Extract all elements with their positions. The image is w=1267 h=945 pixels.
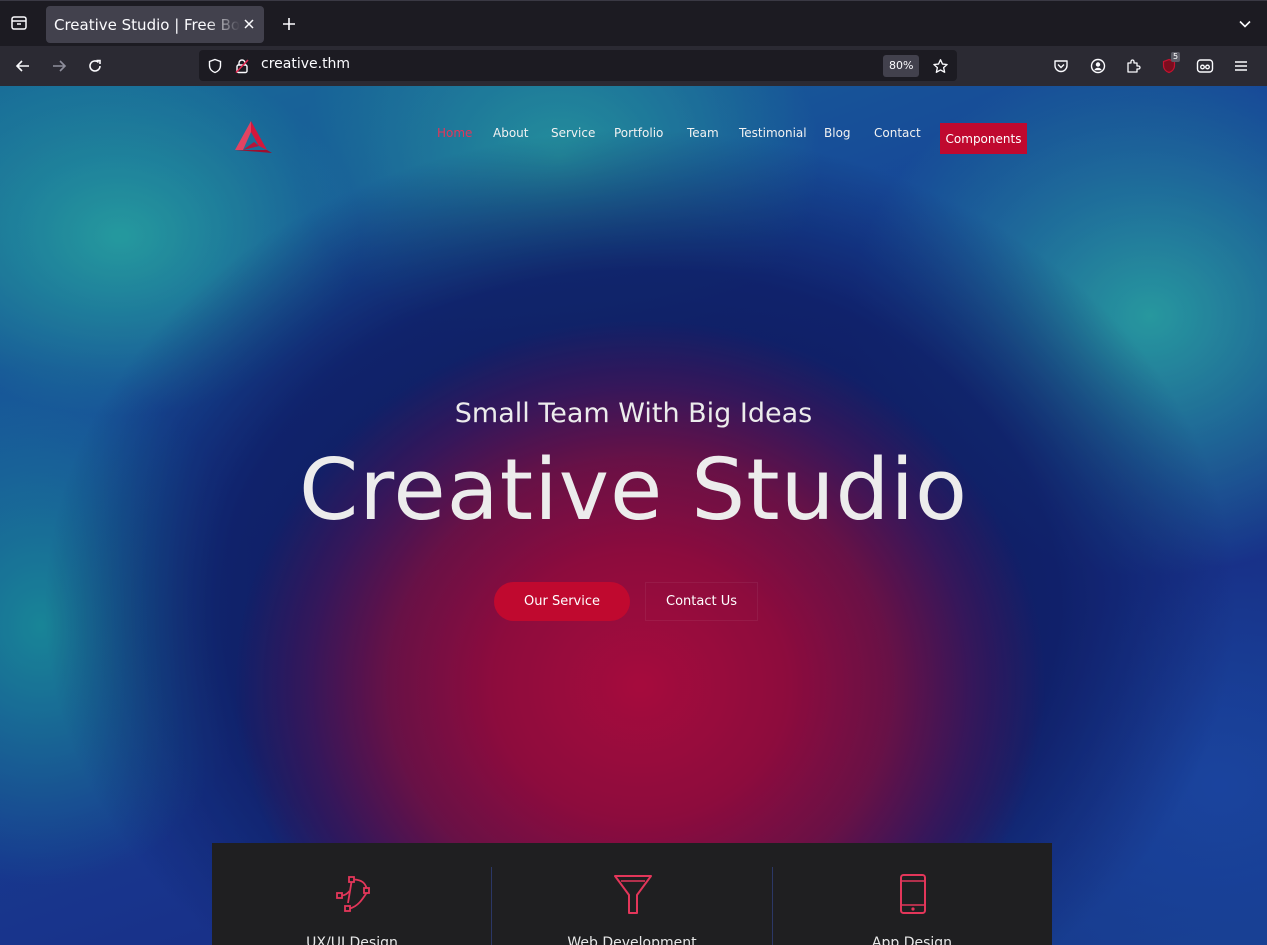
bookmark-star-icon[interactable] (929, 55, 951, 77)
close-tab-icon[interactable] (240, 15, 258, 33)
nav-link-blog[interactable]: Blog (824, 126, 851, 140)
feature-label: UX/UI Design (306, 935, 398, 945)
nav-link-about[interactable]: About (493, 126, 528, 140)
extensions-icon[interactable] (1121, 54, 1145, 78)
chevron-down-icon[interactable] (1234, 13, 1256, 35)
nav-link-service[interactable]: Service (551, 126, 595, 140)
reload-icon[interactable] (82, 54, 108, 78)
extension-badge: 5 (1171, 52, 1181, 62)
our-service-button[interactable]: Our Service (494, 582, 630, 621)
vector-pen-icon (336, 876, 370, 912)
hamburger-menu-icon[interactable] (1229, 54, 1253, 78)
nav-link-home[interactable]: Home (437, 126, 472, 140)
feature-card[interactable]: App Design (772, 843, 1052, 945)
new-tab-icon[interactable] (278, 13, 300, 35)
forward-icon[interactable] (46, 54, 72, 78)
tablet-icon (900, 874, 926, 914)
nav-link-testimonial[interactable]: Testimonial (739, 126, 807, 140)
nav-link-portfolio[interactable]: Portfolio (614, 126, 663, 140)
url-text[interactable]: creative.thm (261, 56, 350, 72)
nav-link-team[interactable]: Team (687, 126, 719, 140)
zoom-level-button[interactable]: 80% (883, 55, 920, 77)
pocket-icon[interactable] (1049, 54, 1073, 78)
feature-label: App Design (871, 935, 953, 945)
shield-icon[interactable] (205, 56, 225, 76)
browser-tab[interactable]: Creative Studio | Free Bootstrap (46, 6, 264, 43)
address-bar[interactable]: creative.thm 80% (199, 50, 957, 81)
browser-toolbar: creative.thm 80% 5 (0, 46, 1267, 86)
contact-us-button[interactable]: Contact Us (645, 582, 758, 621)
back-icon[interactable] (10, 54, 36, 78)
hero-subtitle: Small Team With Big Ideas (454, 398, 813, 429)
page-viewport: Home About Service Portfolio Team Testim… (0, 86, 1267, 945)
browser-tab-bar: Creative Studio | Free Bootstrap (0, 0, 1267, 46)
account-icon[interactable] (1086, 54, 1110, 78)
feature-card[interactable]: UX/UI Design (212, 843, 492, 945)
nav-link-contact[interactable]: Contact (874, 126, 921, 140)
insecure-lock-icon[interactable] (232, 56, 252, 76)
feature-label: Web Development (567, 935, 697, 945)
tab-list-icon[interactable] (8, 12, 30, 34)
features-panel: UX/UI Design Web Development App Design (212, 843, 1052, 945)
ublock-extension-icon[interactable]: 5 (1157, 52, 1181, 78)
hero-title: Creative Studio (298, 441, 969, 540)
funnel-icon (614, 875, 652, 914)
tab-title: Creative Studio | Free Bootstrap (54, 15, 240, 34)
studio-logo-icon[interactable] (232, 120, 274, 156)
feature-card[interactable]: Web Development (492, 843, 772, 945)
reader-extension-icon[interactable] (1193, 54, 1217, 78)
components-button[interactable]: Components (940, 123, 1027, 154)
